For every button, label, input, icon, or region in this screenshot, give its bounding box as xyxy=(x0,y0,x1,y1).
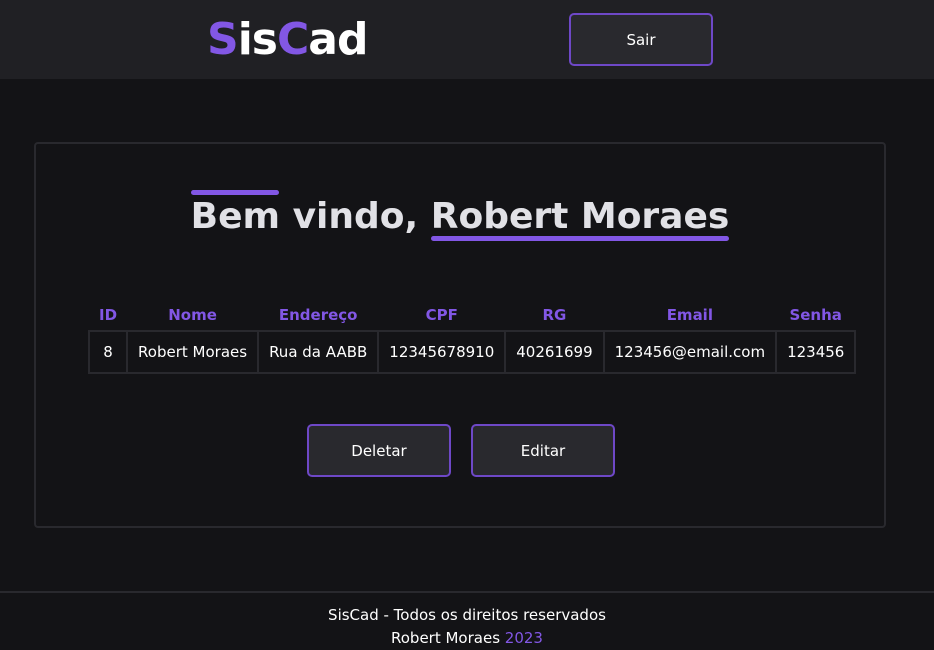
column-header-endereco: Endereço xyxy=(278,305,358,324)
welcome-heading: Bem vindo, Robert Moraes xyxy=(190,190,730,241)
column-header-rg: RG xyxy=(542,305,567,324)
cell-cpf: 12345678910 xyxy=(377,330,507,374)
column-header-cpf: CPF xyxy=(425,305,458,324)
cell-id: 8 xyxy=(87,330,129,374)
cell-rg: 40261699 xyxy=(504,330,605,374)
column-header-id: ID xyxy=(99,305,118,324)
column-header-email: Email xyxy=(666,305,713,324)
delete-button[interactable]: Deletar xyxy=(307,424,451,477)
footer-copyright: SisCad - Todos os direitos reservados xyxy=(328,606,606,624)
page-footer: SisCad - Todos os direitos reservados Ro… xyxy=(0,591,934,650)
footer-year: 2023 xyxy=(504,629,543,647)
top-header: SisCad Sair xyxy=(0,0,934,79)
footer-credit: Robert Moraes 2023 xyxy=(0,626,934,650)
user-table: ID Nome Endereço CPF RG Email Senha 8 Ro… xyxy=(87,299,857,374)
cell-email: 123456@email.com xyxy=(602,330,778,374)
logout-button[interactable]: Sair xyxy=(569,13,713,66)
siscad-logo: SisCad xyxy=(207,14,368,65)
column-header-nome: Nome xyxy=(168,305,217,324)
cell-endereco: Rua da AABB xyxy=(257,330,380,374)
welcome-user-name: Robert Moraes xyxy=(430,196,730,241)
footer-author: Robert Moraes xyxy=(391,629,501,647)
edit-button[interactable]: Editar xyxy=(471,424,615,477)
table-row: 8 Robert Moraes Rua da AABB 12345678910 … xyxy=(87,330,857,374)
table-header-row: ID Nome Endereço CPF RG Email Senha xyxy=(89,299,855,331)
cell-senha: 123456 xyxy=(775,330,857,374)
cell-nome: Robert Moraes xyxy=(126,330,260,374)
column-header-senha: Senha xyxy=(789,305,842,324)
user-card: Bem vindo, Robert Moraes ID Nome Endereç… xyxy=(34,142,886,528)
